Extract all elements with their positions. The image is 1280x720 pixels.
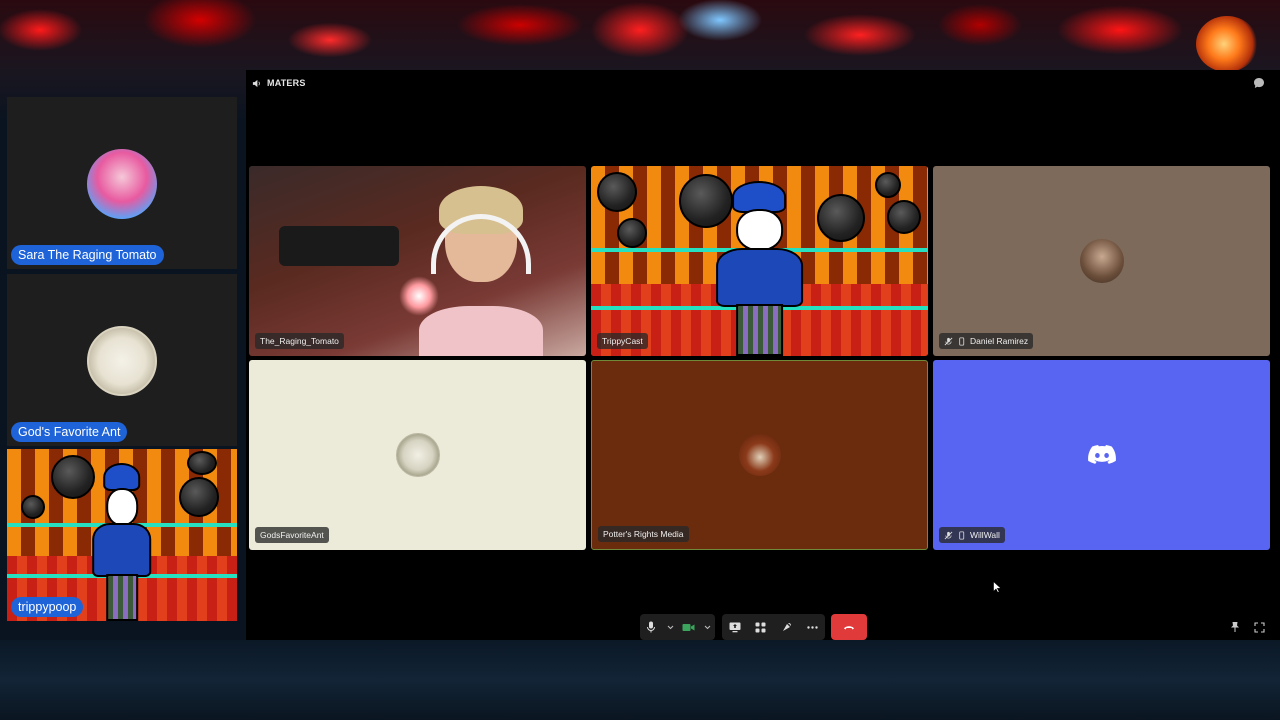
camera-button[interactable] <box>680 618 698 636</box>
video-tile-the-raging-tomato[interactable]: The_Raging_Tomato <box>249 166 586 356</box>
pin-icon <box>1231 622 1239 632</box>
background-art-bottom <box>0 640 1280 720</box>
more-icon <box>806 625 818 629</box>
sidebar-card-sara: Sara The Raging Tomato <box>7 97 237 269</box>
fullscreen-icon <box>1253 621 1265 633</box>
sidebar-card-name: Sara The Raging Tomato <box>11 245 164 265</box>
microphone-arm <box>279 226 399 266</box>
tile-name-label: The_Raging_Tomato <box>255 333 344 349</box>
soundboard-button[interactable] <box>777 618 795 636</box>
mouse-cursor-icon <box>993 581 1001 593</box>
activities-icon <box>755 622 766 632</box>
chevron-down-icon <box>667 625 674 629</box>
sidebar-card-gods-favorite-ant: God's Favorite Ant <box>7 274 237 446</box>
video-tile-godsfavoriteant[interactable]: GodsFavoriteAnt <box>249 360 586 550</box>
avatar <box>87 326 157 396</box>
tile-name-label: GodsFavoriteAnt <box>255 527 329 543</box>
screen-share-icon <box>729 622 741 632</box>
camera-icon <box>682 623 695 631</box>
video-tile-trippycast[interactable]: TrippyCast <box>591 166 928 356</box>
avatar <box>738 434 781 476</box>
fullscreen-button[interactable] <box>1252 620 1266 634</box>
avatar <box>395 433 440 477</box>
video-tile-potters-rights-media[interactable]: Potter's Rights Media <box>591 360 928 550</box>
disconnect-button[interactable] <box>831 614 867 640</box>
microphone-icon <box>647 621 656 633</box>
avatar <box>1079 239 1124 283</box>
tile-name-label: TrippyCast <box>597 333 648 349</box>
sidebar-card-name: God's Favorite Ant <box>11 422 128 442</box>
clown-artwork <box>591 166 928 356</box>
discord-logo-icon <box>1087 445 1116 464</box>
video-tile-daniel-ramirez[interactable]: Daniel Ramirez <box>933 166 1270 356</box>
pin-button[interactable] <box>1228 620 1242 634</box>
hang-up-icon <box>844 626 854 630</box>
call-tools-controls <box>722 614 825 640</box>
tile-name-label: Potter's Rights Media <box>598 526 689 542</box>
mobile-phone-icon <box>959 530 965 540</box>
more-options-button[interactable] <box>803 618 821 636</box>
webcam-person <box>419 186 543 356</box>
speaker-icon <box>252 79 260 87</box>
screen-share-button[interactable] <box>726 618 744 636</box>
fireball-logo <box>1196 16 1258 72</box>
mic-muted-icon <box>944 337 953 345</box>
audio-video-controls <box>640 614 715 640</box>
activities-button[interactable] <box>752 618 770 636</box>
chevron-down-icon <box>704 625 711 629</box>
video-tile-willwall[interactable]: WillWall <box>933 360 1270 550</box>
sidebar-card-trippypoop: trippypoop <box>7 449 237 621</box>
video-options-button[interactable] <box>703 618 713 636</box>
mobile-phone-icon <box>959 336 965 346</box>
clown-artwork <box>7 449 237 621</box>
soundboard-icon <box>782 622 791 631</box>
tile-name-label: WillWall <box>939 527 1005 543</box>
mic-muted-icon <box>944 531 953 539</box>
audio-options-button[interactable] <box>665 618 675 636</box>
chat-bubble-icon[interactable] <box>1253 77 1265 89</box>
channel-name: MATERS <box>267 78 306 88</box>
sidebar-card-name: trippypoop <box>11 597 84 617</box>
channel-header: MATERS <box>252 76 306 90</box>
avatar <box>87 149 157 219</box>
tile-name-label: Daniel Ramirez <box>939 333 1034 349</box>
microphone-button[interactable] <box>642 618 660 636</box>
